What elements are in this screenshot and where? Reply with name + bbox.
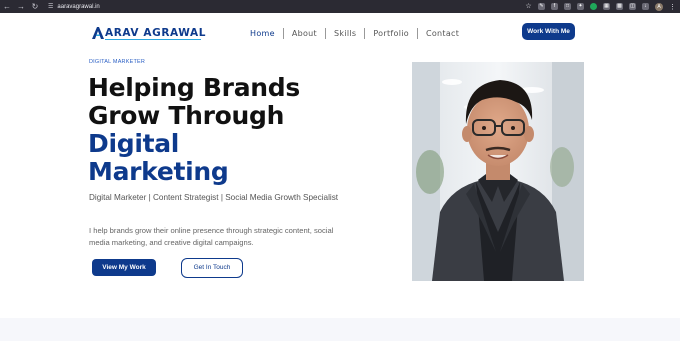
extension-copy-icon[interactable]: ▦ — [603, 3, 610, 10]
extension-calendar-icon[interactable]: □ — [564, 3, 571, 10]
nav-about[interactable]: About — [284, 27, 326, 39]
extension-pen-icon[interactable]: ✎ — [538, 3, 545, 10]
main-nav: Home About Skills Portfolio Contact — [248, 27, 467, 39]
extensions-icon[interactable]: ▩ — [616, 3, 623, 10]
logo-text: ARAV AGRAWAL — [105, 27, 207, 39]
sidebar-icon[interactable]: ◫ — [629, 3, 636, 10]
hero-title-line-2: Grow Through — [88, 101, 285, 130]
site-info-icon[interactable]: ☰ — [48, 3, 53, 10]
extension-puzzle-icon[interactable]: ✦ — [577, 3, 584, 10]
hero-description: I help brands grow their online presence… — [89, 226, 334, 247]
reload-icon[interactable]: ↻ — [28, 0, 42, 13]
download-icon[interactable]: ↓ — [642, 3, 649, 10]
nav-home[interactable]: Home — [248, 27, 284, 39]
forward-icon[interactable]: → — [14, 0, 28, 13]
browser-menu-icon[interactable]: ⋮ — [669, 3, 676, 11]
hero-title-line-1: Helping Brands — [88, 73, 300, 102]
hero-title-accent-line-2: Marketing — [88, 157, 229, 186]
extension-font-icon[interactable]: f — [551, 3, 558, 10]
hero-title-accent-line-1: Digital — [88, 129, 180, 158]
hero-title: Helping Brands Grow Through Digital Mark… — [88, 74, 300, 186]
bookmark-star-icon[interactable]: ☆ — [525, 3, 532, 10]
nav-contact[interactable]: Contact — [418, 28, 467, 39]
hero-kicker: DIGITAL MARKETER — [89, 59, 146, 65]
next-section-band — [0, 318, 680, 341]
view-my-work-button[interactable]: View My Work — [92, 259, 156, 276]
site-logo[interactable]: ARAV AGRAWAL — [92, 27, 207, 40]
back-icon[interactable]: ← — [0, 0, 14, 13]
address-bar[interactable]: ☰ aaravagrawal.in — [48, 3, 100, 11]
browser-toolbar: ← → ↻ ☰ aaravagrawal.in ☆ ✎ f □ ✦ ▦ ▩ ◫ … — [0, 0, 680, 13]
work-with-me-button[interactable]: Work With Me — [522, 23, 575, 40]
get-in-touch-button[interactable]: Get In Touch — [181, 258, 243, 278]
nav-skills[interactable]: Skills — [326, 27, 366, 39]
address-bar-url[interactable]: aaravagrawal.in — [57, 4, 99, 10]
extension-whatsapp-icon[interactable] — [590, 3, 597, 10]
logo-a-icon — [92, 27, 104, 39]
logo-underline — [105, 39, 201, 40]
hero-subtitle: Digital Marketer | Content Strategist | … — [89, 193, 339, 202]
profile-photo — [412, 62, 584, 281]
profile-avatar[interactable]: A — [655, 2, 663, 11]
nav-portfolio[interactable]: Portfolio — [365, 27, 418, 39]
